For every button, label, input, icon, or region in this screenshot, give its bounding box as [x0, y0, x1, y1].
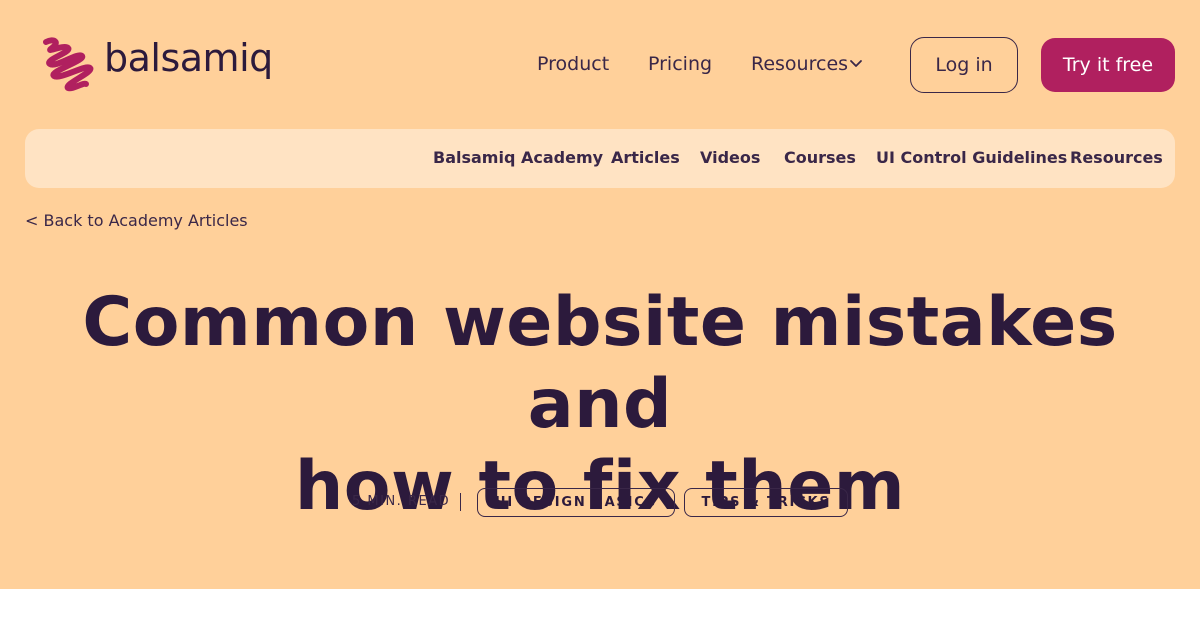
tag-tips-and-tricks[interactable]: TIPS & TRICKS [684, 488, 848, 517]
tag-ui-design-basics[interactable]: UI DESIGN BASICS [477, 488, 675, 517]
hero-section: balsamiq Product Pricing Resources Log i… [0, 0, 1200, 589]
subnav-item-ui-control-guidelines[interactable]: UI Control Guidelines [876, 148, 1067, 168]
try-it-free-button[interactable]: Try it free [1041, 38, 1175, 92]
nav-pricing[interactable]: Pricing [648, 52, 712, 76]
login-button[interactable]: Log in [910, 37, 1018, 93]
back-to-articles-link[interactable]: < Back to Academy Articles [25, 211, 248, 231]
subnav-item-balsamiq-academy[interactable]: Balsamiq Academy [433, 148, 603, 168]
balsamiq-scribble-icon [43, 37, 94, 92]
nav-product[interactable]: Product [537, 52, 609, 76]
nav-resources[interactable]: Resources [751, 52, 848, 76]
meta-divider [460, 493, 462, 511]
subnav-item-videos[interactable]: Videos [700, 148, 760, 168]
article-title-line-1: Common website mistakes and [82, 283, 1118, 444]
brand-name: balsamiq [104, 36, 273, 80]
chevron-down-icon[interactable] [849, 58, 863, 70]
subnav-item-courses[interactable]: Courses [784, 148, 856, 168]
subnav-item-resources[interactable]: Resources [1070, 148, 1163, 168]
subnav-item-articles[interactable]: Articles [611, 148, 680, 168]
read-time: 5 MIN. READ [352, 494, 451, 509]
brand-logo[interactable]: balsamiq [38, 36, 273, 92]
